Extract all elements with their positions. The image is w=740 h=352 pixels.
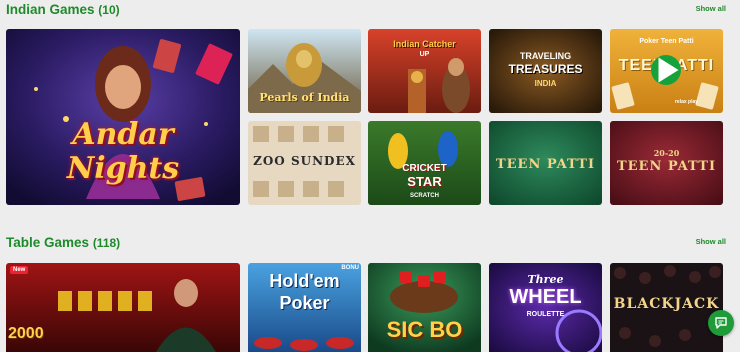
game-tile-live-host[interactable]: New 2000 (6, 263, 240, 352)
section-title: Indian Games (10) (6, 2, 120, 17)
game-tile-blackjack[interactable]: BLACKJACK (610, 263, 723, 352)
game-tile-sic-bo[interactable]: SIC BO (368, 263, 481, 352)
game-tile-teen-patti[interactable]: TEEN PATTI (489, 121, 602, 205)
play-button[interactable] (651, 55, 681, 85)
india-label: INDIA (534, 79, 557, 88)
game-tile-indian-catcher[interactable]: Indian Catcher UP (368, 29, 481, 113)
treasures-label: TREASURES (508, 62, 583, 76)
nights-label: Nights (66, 151, 180, 186)
multiplier-label: 2000 (8, 325, 44, 342)
game-tile-andar-nights[interactable]: Andar Nights (6, 29, 240, 205)
section-count: (10) (98, 3, 120, 17)
andar-label: Andar (72, 117, 174, 152)
twenty-label: 20-20 (653, 148, 680, 158)
indian-catcher-label: Indian Catcher (393, 39, 456, 49)
holdem-label: Hold'em (269, 271, 340, 291)
relax-play-logo: relax play (674, 99, 699, 105)
game-tile-traveling-treasures[interactable]: TRAVELING TREASURES INDIA (489, 29, 602, 113)
game-tile-poker-teen-patti[interactable]: Poker Teen Patti TEENPATTI relax play (610, 29, 723, 113)
play-icon (658, 57, 679, 83)
zoo-sundex-label: ZOO SUNDEX (253, 154, 356, 168)
teen-patti-label: TEEN PATTI (495, 157, 596, 172)
game-tile-cricket-star[interactable]: CRICKET STAR SCRATCH (368, 121, 481, 205)
pearls-label: Pearls of India (259, 91, 350, 104)
sic-bo-label: SIC BO (386, 317, 463, 342)
section-title: Table Games (118) (6, 235, 121, 250)
wheel-label: WHEEL (509, 286, 582, 308)
poker-teen-patti-title: Poker Teen Patti (639, 38, 694, 45)
indian-catcher-sub: UP (419, 51, 430, 58)
game-tile-zoo-sundex[interactable]: ZOO SUNDEX (248, 121, 361, 205)
blackjack-label: BLACKJACK (613, 296, 720, 312)
three-label: Three (527, 273, 564, 286)
game-tile-20-20-teen-patti[interactable]: 20-20 TEEN PATTI (610, 121, 723, 205)
page: Indian Games (10) Show all Andar Nights … (0, 0, 740, 352)
scratch-label: SCRATCH (410, 193, 439, 199)
poker-label: Poker (279, 293, 330, 313)
section-header-table-games: Table Games (118) Show all (6, 234, 726, 254)
show-all-link[interactable]: Show all (696, 237, 726, 246)
show-all-link[interactable]: Show all (696, 4, 726, 13)
chat-icon (715, 317, 727, 329)
chat-button[interactable] (708, 310, 734, 336)
bonus-label: BONU (341, 265, 359, 271)
game-tile-three-wheel-roulette[interactable]: Three WHEEL ROULETTE (489, 263, 602, 352)
star-label: STAR (407, 174, 442, 189)
roulette-label: ROULETTE (526, 311, 565, 318)
section-count: (118) (92, 236, 121, 250)
new-badge: New (10, 266, 29, 274)
cricket-label: CRICKET (402, 163, 447, 174)
section-header-indian-games: Indian Games (10) Show all (6, 1, 726, 21)
twenty-teen-patti-label: TEEN PATTI (616, 159, 717, 174)
game-tile-holdem-poker[interactable]: Hold'em Poker BONU (248, 263, 361, 352)
traveling-label: TRAVELING (519, 51, 572, 61)
game-tile-pearls-of-india[interactable]: Pearls of India (248, 29, 361, 113)
